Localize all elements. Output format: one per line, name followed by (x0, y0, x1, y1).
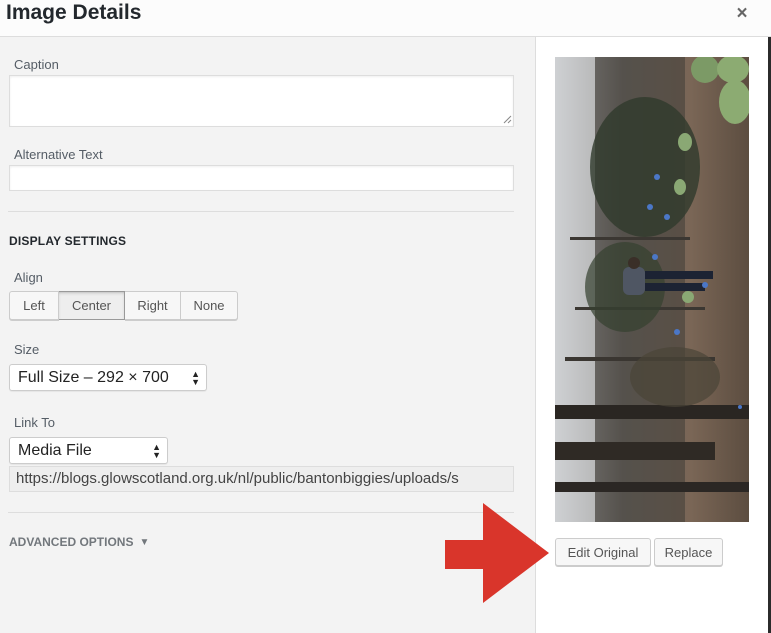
display-settings-title: Display Settings (9, 234, 127, 248)
align-center-button[interactable]: Center (59, 291, 125, 320)
size-select-value: Full Size – 292 × 700 (18, 368, 169, 386)
link-to-select-value: Media File (18, 441, 92, 459)
image-preview (555, 57, 749, 522)
modal-title: Image Details (6, 1, 142, 24)
align-right-button[interactable]: Right (125, 291, 181, 320)
link-to-label: Link To (14, 415, 55, 430)
advanced-options-label: Advanced Options (9, 535, 134, 549)
link-to-select[interactable]: Media File ▲ ▼ (9, 437, 168, 464)
caption-input[interactable] (9, 75, 514, 127)
resize-handle-icon[interactable] (503, 115, 512, 124)
alt-text-input[interactable] (9, 165, 514, 191)
align-none-button[interactable]: None (181, 291, 238, 320)
advanced-options-toggle[interactable]: Advanced Options ▼ (9, 535, 149, 549)
modal-header: Image Details × (0, 0, 771, 37)
edit-original-button[interactable]: Edit Original (555, 538, 651, 566)
align-left-button[interactable]: Left (9, 291, 59, 320)
alt-text-label: Alternative Text (14, 147, 103, 162)
close-icon[interactable]: × (727, 2, 757, 26)
caption-label: Caption (14, 57, 59, 72)
align-button-group: Left Center Right None (9, 291, 238, 320)
divider (8, 211, 514, 212)
arrow-right-icon (445, 503, 549, 603)
align-label: Align (14, 270, 43, 285)
select-arrows-icon: ▲ ▼ (152, 441, 161, 460)
divider (8, 512, 514, 513)
size-label: Size (14, 342, 40, 357)
caret-down-icon: ▼ (139, 536, 150, 548)
select-arrows-icon: ▲ ▼ (191, 368, 200, 387)
link-url-field[interactable]: https://blogs.glowscotland.org.uk/nl/pub… (9, 466, 514, 492)
size-select[interactable]: Full Size – 292 × 700 ▲ ▼ (9, 364, 207, 391)
replace-button[interactable]: Replace (654, 538, 723, 566)
